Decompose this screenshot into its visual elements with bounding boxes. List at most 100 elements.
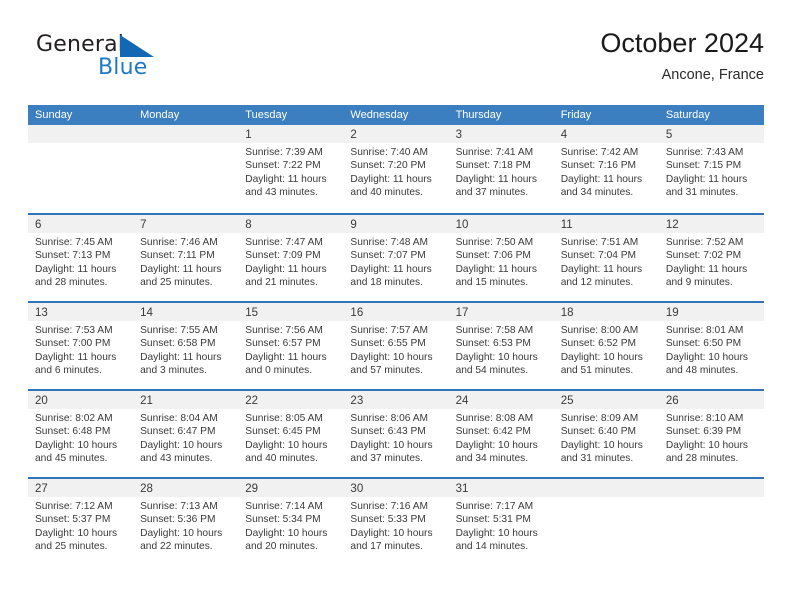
calendar-day-cell[interactable]: 5 Sunrise: 7:43 AM Sunset: 7:15 PM Daylight… [658, 125, 764, 213]
calendar-day-cell[interactable]: 26 Sunrise: 8:10 AM Sunset: 6:39 PM Dayligh… [658, 391, 764, 477]
calendar-page: General Blue October 2024 Ancone, France… [0, 0, 792, 612]
sunrise-text: Sunrise: 7:58 AM [455, 325, 534, 336]
day-details: Sunrise: 8:04 AM Sunset: 6:47 PM Daylight:… [133, 409, 238, 466]
day-number-band: 8 [238, 215, 344, 233]
day-number-band: 12 [658, 215, 764, 233]
daylight-text-line2: and 54 minutes. [455, 365, 529, 377]
day-number-band: 25 [553, 391, 659, 409]
daylight-text-line2: and 12 minutes. [560, 277, 634, 289]
sunrise-text: Sunrise: 7:45 AM [35, 237, 113, 248]
calendar-day-cell[interactable]: 21 Sunrise: 8:04 AM Sunset: 6:47 PM Dayligh… [133, 391, 239, 477]
sunset-text: Sunset: 7:07 PM [350, 250, 426, 262]
sunrise-text: Sunrise: 8:06 AM [350, 413, 429, 424]
daylight-text-line1: Daylight: 11 hours [665, 173, 748, 185]
daylight-text-line1: Daylight: 11 hours [350, 263, 432, 275]
day-number: 29 [245, 483, 259, 495]
sunset-text: Sunset: 7:15 PM [665, 160, 742, 172]
day-details: Sunrise: 7:40 AM Sunset: 7:20 PM Daylight:… [343, 143, 448, 200]
sunrise-text: Sunrise: 8:10 AM [665, 413, 744, 424]
daylight-text-line2: and 9 minutes. [665, 277, 733, 289]
day-number-band: 2 [343, 125, 449, 143]
sunrise-text: Sunrise: 7:40 AM [350, 147, 429, 158]
logo-text-general: General [36, 32, 125, 57]
calendar-day-cell[interactable]: 12 Sunrise: 7:52 AM Sunset: 7:02 PM Dayligh… [658, 215, 764, 301]
calendar-day-cell[interactable]: 20 Sunrise: 8:02 AM Sunset: 6:48 PM Dayligh… [28, 391, 134, 477]
calendar-day-cell[interactable]: 24 Sunrise: 8:08 AM Sunset: 6:42 PM Dayligh… [448, 391, 554, 477]
daylight-text-line1: Daylight: 11 hours [455, 173, 537, 185]
weekday-header-sunday: Sunday [35, 109, 73, 121]
daylight-text-line1: Daylight: 10 hours [140, 439, 223, 451]
calendar-day-cell[interactable]: 30 Sunrise: 7:16 AM Sunset: 5:33 PM Dayligh… [343, 479, 449, 565]
daylight-text-line1: Daylight: 10 hours [455, 439, 538, 451]
calendar-day-cell[interactable]: 31 Sunrise: 7:17 AM Sunset: 5:31 PM Dayligh… [448, 479, 554, 565]
day-details: Sunrise: 7:43 AM Sunset: 7:15 PM Daylight:… [659, 143, 764, 200]
sunrise-text: Sunrise: 7:52 AM [665, 237, 744, 248]
calendar-day-cell[interactable]: 13 Sunrise: 7:53 AM Sunset: 7:00 PM Dayligh… [28, 303, 134, 389]
sunrise-text: Sunrise: 7:14 AM [245, 501, 323, 512]
calendar-day-cell[interactable]: 6 Sunrise: 7:45 AM Sunset: 7:13 PM Daylight… [28, 215, 134, 301]
daylight-text-line2: and 20 minutes. [245, 541, 318, 553]
calendar-day-cell[interactable]: 18 Sunrise: 8:00 AM Sunset: 6:52 PM Dayligh… [553, 303, 659, 389]
sunset-text: Sunset: 7:02 PM [665, 250, 742, 262]
calendar-grid: Sunday Monday Tuesday Wednesday Thursday Frid… [28, 105, 764, 565]
sunset-text: Sunset: 7:20 PM [350, 160, 426, 172]
calendar-week-row: 13 Sunrise: 7:53 AM Sunset: 7:00 PM Dayligh… [28, 301, 764, 389]
daylight-text-line1: Daylight: 11 hours [560, 263, 643, 275]
calendar-day-cell[interactable]: 3 Sunrise: 7:41 AM Sunset: 7:18 PM Daylight… [448, 125, 554, 213]
calendar-day-cell[interactable]: 29 Sunrise: 7:14 AM Sunset: 5:34 PM Dayligh… [238, 479, 344, 565]
page-subtitle: Ancone, France [661, 67, 764, 83]
sunset-text: Sunset: 7:00 PM [35, 338, 111, 350]
day-details: Sunrise: 7:12 AM Sunset: 5:37 PM Daylight:… [28, 497, 133, 554]
day-number: 23 [350, 395, 364, 407]
day-number-band: 18 [553, 303, 659, 321]
day-number: 25 [560, 395, 574, 407]
calendar-day-cell-empty [658, 479, 764, 565]
day-number: 22 [245, 395, 259, 407]
daylight-text-line1: Daylight: 11 hours [350, 173, 432, 185]
calendar-day-cell[interactable]: 25 Sunrise: 8:09 AM Sunset: 6:40 PM Dayligh… [553, 391, 659, 477]
calendar-day-cell[interactable]: 14 Sunrise: 7:55 AM Sunset: 6:58 PM Dayligh… [133, 303, 239, 389]
calendar-day-cell-empty [553, 479, 659, 565]
calendar-day-cell[interactable]: 17 Sunrise: 7:58 AM Sunset: 6:53 PM Dayligh… [448, 303, 554, 389]
daylight-text-line1: Daylight: 11 hours [245, 173, 327, 185]
calendar-day-cell[interactable]: 23 Sunrise: 8:06 AM Sunset: 6:43 PM Dayligh… [343, 391, 449, 477]
calendar-day-cell[interactable]: 2 Sunrise: 7:40 AM Sunset: 7:20 PM Daylight… [343, 125, 449, 213]
day-number: 30 [350, 483, 364, 495]
day-number: 21 [140, 395, 153, 407]
day-number-band: 13 [28, 303, 134, 321]
calendar-day-cell[interactable]: 19 Sunrise: 8:01 AM Sunset: 6:50 PM Dayligh… [658, 303, 764, 389]
day-number: 5 [665, 129, 673, 141]
daylight-text-line2: and 31 minutes. [560, 453, 634, 465]
sunset-text: Sunset: 5:36 PM [140, 514, 216, 526]
daylight-text-line2: and 0 minutes. [245, 365, 313, 377]
sunrise-text: Sunrise: 7:39 AM [245, 147, 323, 158]
calendar-day-cell[interactable]: 9 Sunrise: 7:48 AM Sunset: 7:07 PM Daylight… [343, 215, 449, 301]
day-number-band: 28 [133, 479, 239, 497]
calendar-day-cell[interactable]: 16 Sunrise: 7:57 AM Sunset: 6:55 PM Dayligh… [343, 303, 449, 389]
calendar-day-cell[interactable]: 4 Sunrise: 7:42 AM Sunset: 7:16 PM Daylight… [553, 125, 659, 213]
calendar-day-cell[interactable]: 1 Sunrise: 7:39 AM Sunset: 7:22 PM Daylight… [238, 125, 344, 213]
calendar-day-cell[interactable]: 10 Sunrise: 7:50 AM Sunset: 7:06 PM Dayligh… [448, 215, 554, 301]
daylight-text-line1: Daylight: 10 hours [665, 439, 748, 451]
day-number: 28 [140, 483, 153, 495]
calendar-day-cell[interactable]: 22 Sunrise: 8:05 AM Sunset: 6:45 PM Dayligh… [238, 391, 344, 477]
calendar-day-cell[interactable]: 8 Sunrise: 7:47 AM Sunset: 7:09 PM Daylight… [238, 215, 344, 301]
day-number: 6 [35, 219, 42, 231]
calendar-day-cell[interactable]: 28 Sunrise: 7:13 AM Sunset: 5:36 PM Dayligh… [133, 479, 239, 565]
daylight-text-line1: Daylight: 10 hours [140, 527, 223, 539]
daylight-text-line2: and 25 minutes. [140, 277, 213, 289]
day-number-band: 23 [343, 391, 449, 409]
sunrise-text: Sunrise: 7:53 AM [35, 325, 113, 336]
day-details: Sunrise: 7:46 AM Sunset: 7:11 PM Daylight:… [133, 233, 238, 290]
calendar-day-cell[interactable]: 7 Sunrise: 7:46 AM Sunset: 7:11 PM Daylight… [133, 215, 239, 301]
day-details: Sunrise: 8:00 AM Sunset: 6:52 PM Daylight:… [554, 321, 659, 378]
sunset-text: Sunset: 7:06 PM [455, 250, 531, 262]
calendar-day-cell[interactable]: 15 Sunrise: 7:56 AM Sunset: 6:57 PM Dayligh… [238, 303, 344, 389]
day-number-band: 22 [238, 391, 344, 409]
sunset-text: Sunset: 6:40 PM [560, 426, 637, 438]
calendar-day-cell[interactable]: 11 Sunrise: 7:51 AM Sunset: 7:04 PM Dayligh… [553, 215, 659, 301]
daylight-text-line1: Daylight: 10 hours [455, 351, 538, 363]
daylight-text-line2: and 3 minutes. [140, 365, 207, 377]
calendar-day-cell[interactable]: 27 Sunrise: 7:12 AM Sunset: 5:37 PM Dayligh… [28, 479, 134, 565]
daylight-text-line2: and 15 minutes. [455, 277, 529, 289]
